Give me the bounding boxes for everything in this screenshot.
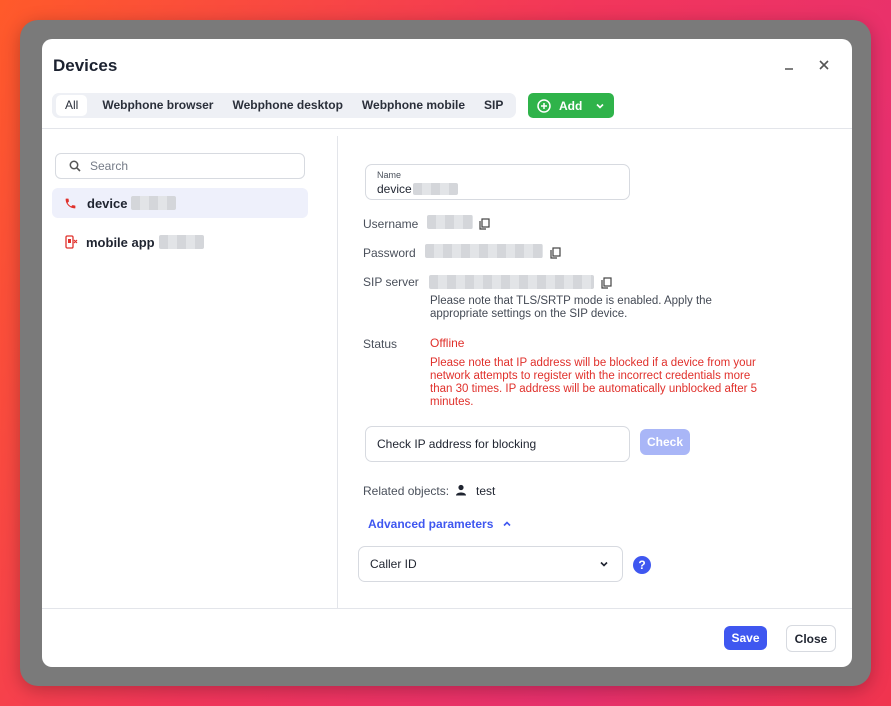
device-type-tabs: All Webphone browser Webphone desktop We… xyxy=(52,93,517,118)
footer-divider xyxy=(42,608,852,609)
redacted-text xyxy=(131,196,177,210)
dialog-title: Devices xyxy=(53,56,118,75)
advanced-parameters-label: Advanced parameters xyxy=(368,517,494,531)
redacted-text xyxy=(412,183,458,195)
tab-webphone-desktop[interactable]: Webphone desktop xyxy=(223,95,351,116)
mobile-phone-icon xyxy=(64,235,78,249)
close-button[interactable]: Close xyxy=(786,625,836,652)
help-icon[interactable]: ? xyxy=(633,556,651,574)
device-list-item[interactable]: mobile app xyxy=(52,227,308,257)
name-field[interactable]: Name device xyxy=(365,164,630,200)
advanced-parameters-toggle[interactable]: Advanced parameters xyxy=(368,517,512,531)
check-ip-input[interactable]: Check IP address for blocking xyxy=(365,426,630,462)
redacted-text xyxy=(158,235,204,249)
devices-dialog: Devices All Webphone browser Webphone de… xyxy=(42,39,852,667)
phone-icon xyxy=(64,197,77,210)
add-button-label: Add xyxy=(559,98,583,113)
device-label: device xyxy=(87,195,128,211)
chevron-down-icon xyxy=(599,559,609,569)
device-label: mobile app xyxy=(86,234,155,250)
tls-note: Please note that TLS/SRTP mode is enable… xyxy=(430,295,712,320)
caller-id-label: Caller ID xyxy=(370,557,417,571)
copy-icon[interactable] xyxy=(600,276,612,289)
status-value: Offline xyxy=(430,336,465,350)
copy-icon[interactable] xyxy=(549,246,561,259)
tab-all[interactable]: All xyxy=(56,95,88,116)
password-label: Password xyxy=(363,246,416,260)
tab-webphone-browser[interactable]: Webphone browser xyxy=(93,95,222,116)
tab-webphone-mobile[interactable]: Webphone mobile xyxy=(353,95,474,116)
caller-id-select[interactable]: Caller ID xyxy=(358,546,623,582)
username-value xyxy=(427,215,473,229)
ip-block-warning: Please note that IP address will be bloc… xyxy=(430,357,758,408)
minimize-icon[interactable] xyxy=(777,53,801,77)
check-button[interactable]: Check xyxy=(640,429,690,455)
username-label: Username xyxy=(363,217,419,231)
name-field-label: Name xyxy=(377,170,402,180)
add-button[interactable]: Add xyxy=(528,93,614,118)
device-list-item[interactable]: device xyxy=(52,188,308,218)
password-value xyxy=(425,244,543,258)
header-divider xyxy=(42,128,852,129)
save-button[interactable]: Save xyxy=(724,626,767,650)
plus-circle-icon xyxy=(537,98,551,113)
chevron-down-icon xyxy=(595,101,605,111)
check-ip-placeholder: Check IP address for blocking xyxy=(377,437,537,451)
search-input[interactable]: Search xyxy=(55,153,305,179)
name-field-value: device xyxy=(377,182,412,196)
panel-divider xyxy=(337,136,338,608)
user-icon xyxy=(455,484,467,496)
related-object-link[interactable]: test xyxy=(476,484,495,498)
tab-sip[interactable]: SIP xyxy=(475,95,512,116)
search-placeholder: Search xyxy=(90,159,129,173)
related-objects-label: Related objects: xyxy=(363,484,450,498)
chevron-up-icon xyxy=(502,519,512,529)
status-label: Status xyxy=(363,337,398,351)
close-icon[interactable] xyxy=(812,53,836,77)
search-icon xyxy=(69,160,81,172)
copy-icon[interactable] xyxy=(478,217,490,230)
sip-server-value xyxy=(429,275,594,289)
sip-server-label: SIP server xyxy=(363,275,419,289)
